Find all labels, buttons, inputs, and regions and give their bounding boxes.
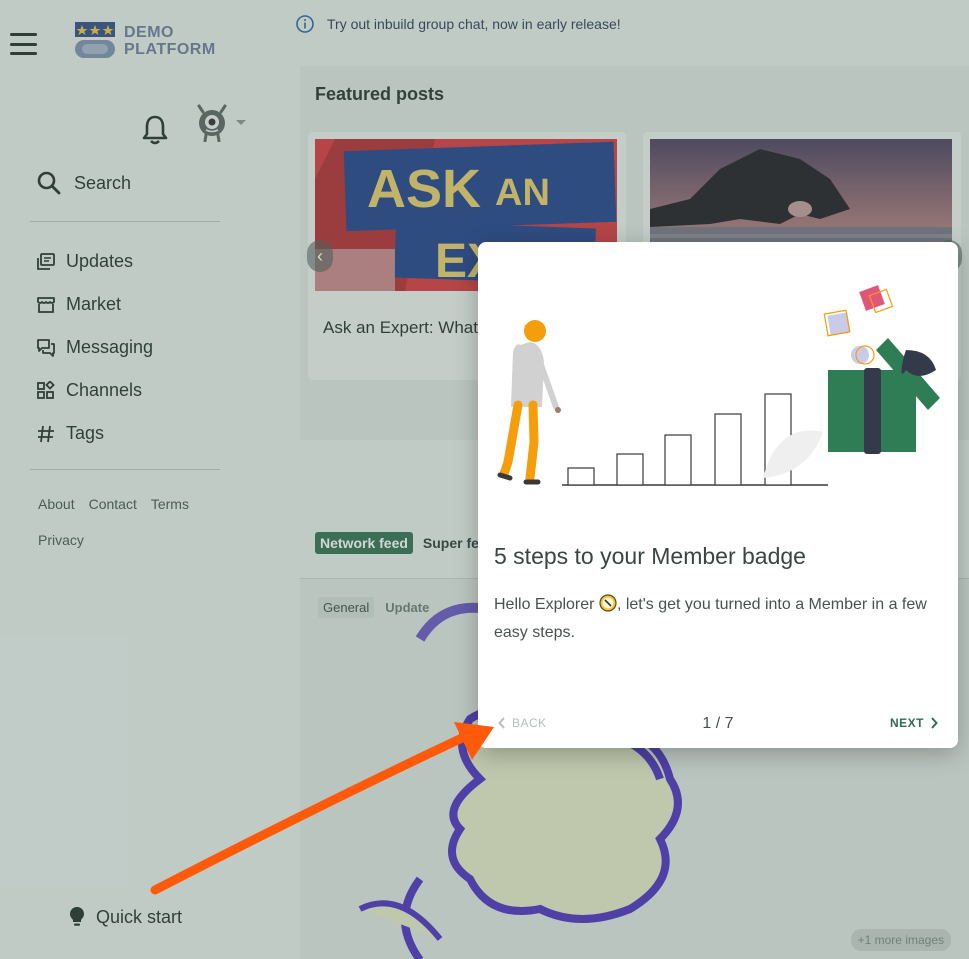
footer-link-about[interactable]: About bbox=[38, 496, 75, 512]
info-icon bbox=[296, 15, 314, 33]
sidebar-search-label: Search bbox=[74, 172, 132, 193]
step-counter: 1 / 7 bbox=[702, 715, 734, 732]
avatar[interactable] bbox=[194, 104, 230, 142]
footer-link-contact[interactable]: Contact bbox=[89, 496, 137, 512]
sidebar-item-channels[interactable]: Channels bbox=[36, 369, 153, 412]
chevron-left-icon: ‹ bbox=[317, 245, 323, 266]
channels-icon bbox=[37, 380, 55, 399]
tab-network-feed[interactable]: Network feed bbox=[315, 532, 413, 554]
brand-logo[interactable]: DEMO PLATFORM bbox=[74, 20, 234, 64]
logo-badge-icon bbox=[75, 22, 115, 58]
footer-link-terms[interactable]: Terms bbox=[151, 496, 189, 512]
sidebar-item-tags[interactable]: Tags bbox=[36, 412, 153, 455]
brand-line-1: DEMO bbox=[124, 24, 174, 41]
sidebar-search[interactable]: Search bbox=[36, 170, 131, 196]
divider bbox=[30, 469, 220, 470]
sidebar-item-label: Tags bbox=[66, 423, 105, 443]
onboarding-illustration bbox=[497, 285, 940, 486]
sidebar-item-label: Market bbox=[66, 294, 122, 314]
sidebar-item-label: Messaging bbox=[66, 337, 154, 357]
sidebar-item-market[interactable]: Market bbox=[36, 283, 153, 326]
sidebar-nav: Updates Market Messaging Channels Tags bbox=[36, 240, 153, 455]
carousel-prev-button[interactable]: ‹ bbox=[307, 240, 333, 272]
modal-body: Hello Explorer , let's get you turned in… bbox=[494, 591, 944, 647]
lightbulb-icon bbox=[70, 907, 84, 926]
announcement-banner[interactable]: Try out inbuild group chat, now in early… bbox=[296, 0, 969, 48]
divider bbox=[30, 221, 220, 222]
chevron-right-icon bbox=[931, 717, 938, 729]
brand-line-2: PLATFORM bbox=[124, 41, 216, 58]
next-button-label: NEXT bbox=[889, 716, 924, 730]
updates-icon bbox=[37, 252, 55, 270]
footer-links: About Contact Terms Privacy bbox=[38, 496, 228, 548]
post-image-text: ASK bbox=[367, 159, 481, 219]
brand-name: DEMO PLATFORM bbox=[124, 24, 216, 58]
menu-icon[interactable] bbox=[10, 33, 37, 55]
sidebar: DEMO PLATFORM Search Updates Market Mess… bbox=[0, 0, 300, 959]
market-icon bbox=[37, 296, 55, 313]
post-image-text: AN bbox=[495, 172, 550, 214]
modal-footer: BACK 1 / 7 NEXT bbox=[478, 712, 958, 736]
hash-icon bbox=[38, 425, 54, 442]
sidebar-item-label: Channels bbox=[66, 380, 143, 400]
messaging-icon bbox=[37, 338, 55, 357]
more-images-badge[interactable]: +1 more images bbox=[850, 929, 951, 951]
search-icon bbox=[37, 171, 61, 195]
bell-icon[interactable] bbox=[141, 114, 169, 146]
post-title: Ask an Expert: What bbox=[323, 318, 478, 337]
feed-tabs: Network feed Super fee bbox=[315, 532, 487, 554]
quick-start-button[interactable]: Quick start bbox=[68, 906, 182, 928]
modal-body-text: Hello Explorer bbox=[494, 596, 595, 613]
chevron-down-icon[interactable] bbox=[236, 120, 246, 125]
onboarding-modal: 5 steps to your Member badge Hello Explo… bbox=[478, 242, 958, 748]
banner-text: Try out inbuild group chat, now in early… bbox=[327, 16, 621, 32]
footer-link-privacy[interactable]: Privacy bbox=[38, 532, 84, 548]
modal-title: 5 steps to your Member badge bbox=[494, 543, 806, 569]
next-button[interactable]: NEXT bbox=[890, 716, 938, 730]
sidebar-item-label: Updates bbox=[66, 251, 134, 271]
quick-start-label: Quick start bbox=[96, 906, 183, 927]
sidebar-item-updates[interactable]: Updates bbox=[36, 240, 153, 283]
featured-title: Featured posts bbox=[315, 84, 445, 104]
sidebar-item-messaging[interactable]: Messaging bbox=[36, 326, 153, 369]
compass-icon bbox=[599, 594, 617, 612]
